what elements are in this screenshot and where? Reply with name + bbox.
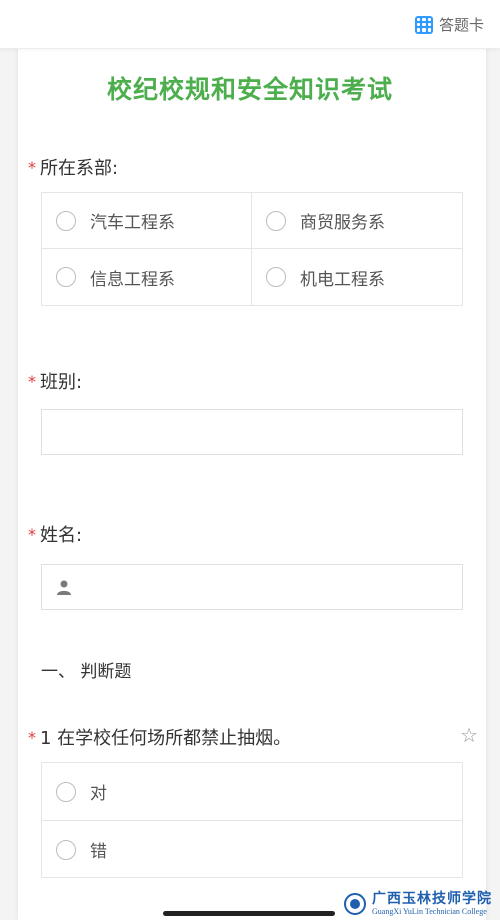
name-label-text: 姓名: (40, 525, 83, 546)
question-1-label: * 1 在学校任何场所都禁止抽烟。 (28, 724, 291, 750)
department-label: * 所在系部: (28, 154, 118, 180)
option-false[interactable]: 错 (42, 821, 462, 878)
name-input[interactable] (41, 564, 463, 610)
radio-circle-icon[interactable] (266, 210, 286, 231)
option-department-2[interactable]: 信息工程系 (42, 249, 252, 305)
option-label: 错 (90, 842, 107, 862)
option-department-0[interactable]: 汽车工程系 (42, 193, 252, 249)
star-icon[interactable]: ☆ (460, 723, 478, 747)
option-label: 汽车工程系 (90, 213, 175, 233)
option-label: 机电工程系 (300, 269, 385, 290)
logo-chinese-text: 广西玉林技师学院 (372, 891, 492, 907)
page-title: 校纪校规和安全知识考试 (106, 75, 393, 104)
question-1-text: 1 在学校任何场所都禁止抽烟。 (40, 728, 292, 749)
required-mark: * (28, 157, 36, 177)
option-label: 对 (90, 784, 107, 804)
name-label: * 姓名: (28, 521, 82, 547)
class-input[interactable] (41, 409, 463, 455)
class-label-text: 班别: (40, 372, 83, 393)
question-1-options: 对 错 (41, 762, 463, 878)
required-mark: * (28, 727, 36, 747)
logo-english-text: GuangXi YuLin Technician College (372, 907, 487, 916)
top-bar: 答题卡 (0, 0, 500, 49)
school-logo: 广西玉林技师学院 GuangXi YuLin Technician Colleg… (344, 892, 492, 916)
radio-circle-icon[interactable] (56, 267, 76, 287)
radio-circle-icon[interactable] (56, 210, 76, 231)
required-mark: * (28, 524, 36, 544)
radio-circle-icon[interactable] (266, 267, 286, 287)
school-emblem-icon (344, 893, 366, 915)
option-department-1[interactable]: 商贸服务系 (252, 193, 462, 249)
department-options: 汽车工程系 商贸服务系 信息工程系 机电工程系 (41, 192, 463, 306)
answer-card-label: 答题卡 (438, 16, 484, 34)
option-department-3[interactable]: 机电工程系 (252, 249, 462, 305)
home-indicator (163, 911, 335, 916)
class-label: * 班别: (28, 368, 82, 394)
option-label: 商贸服务系 (300, 213, 385, 233)
user-icon (57, 580, 71, 595)
section-heading: 一、 判断题 (41, 662, 132, 682)
radio-circle-icon[interactable] (56, 839, 76, 860)
radio-circle-icon[interactable] (56, 781, 76, 802)
option-true[interactable]: 对 (42, 763, 462, 821)
required-mark: * (28, 371, 36, 391)
option-label: 信息工程系 (90, 269, 175, 290)
department-label-text: 所在系部: (40, 158, 119, 179)
answer-card-button[interactable]: 答题卡 (414, 14, 484, 35)
grid-icon (414, 15, 433, 34)
